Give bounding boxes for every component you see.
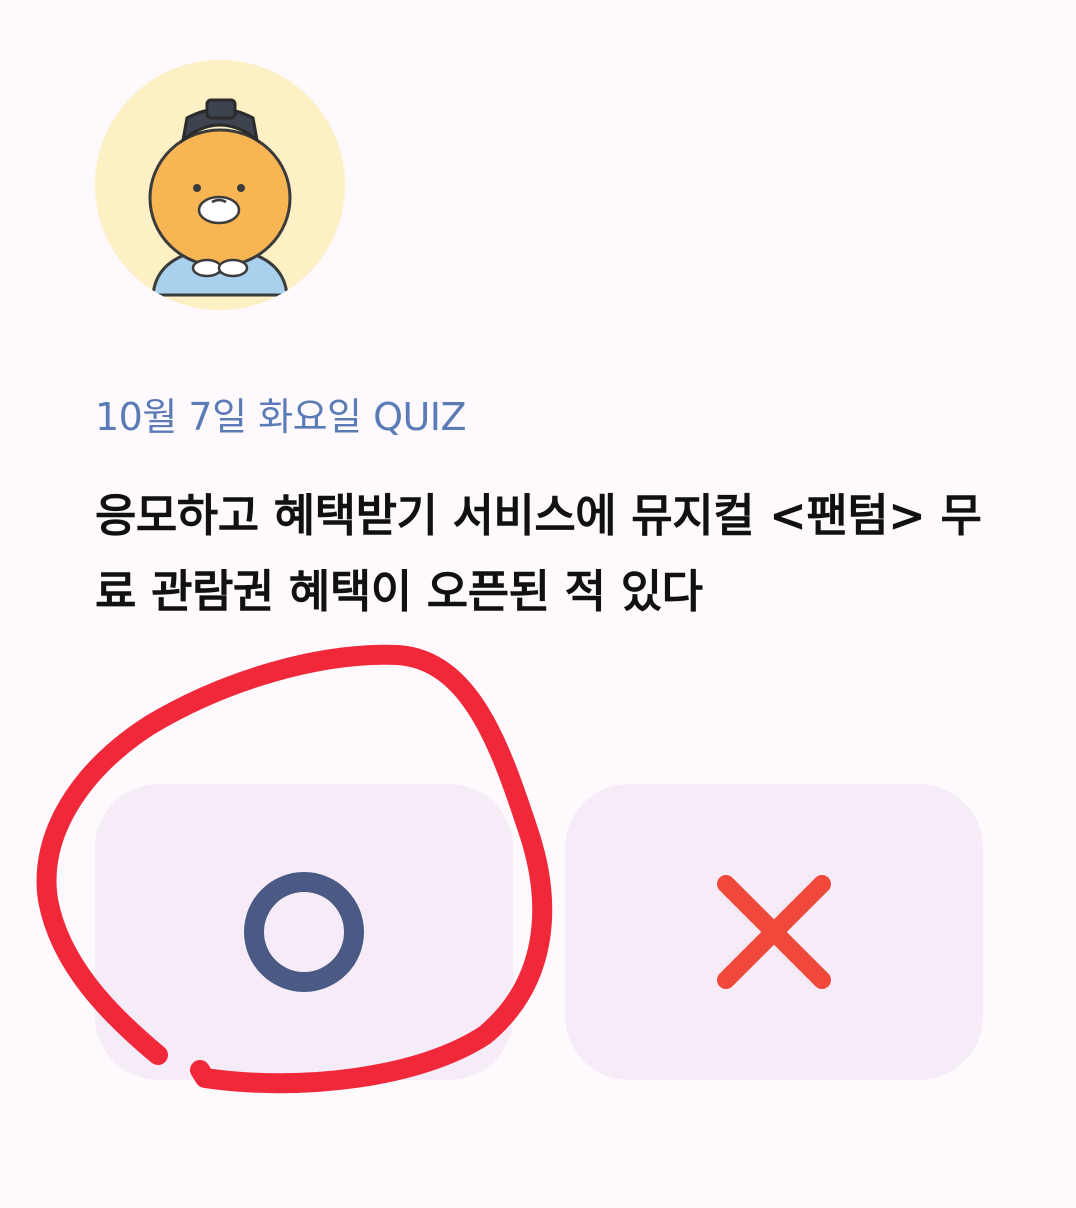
lion-character-icon (95, 60, 345, 310)
cross-x-icon (717, 875, 831, 989)
quiz-question: 응모하고 혜택받기 서비스에 뮤지컬 <팬텀> 무료 관람권 혜택이 오픈된 적… (95, 489, 982, 618)
quiz-date-label: 10월 7일 화요일 QUIZ (95, 395, 467, 439)
character-avatar (95, 60, 345, 310)
answer-o-button[interactable] (95, 784, 513, 1080)
answer-x-button[interactable] (565, 784, 983, 1080)
circle-o-icon (244, 872, 364, 992)
